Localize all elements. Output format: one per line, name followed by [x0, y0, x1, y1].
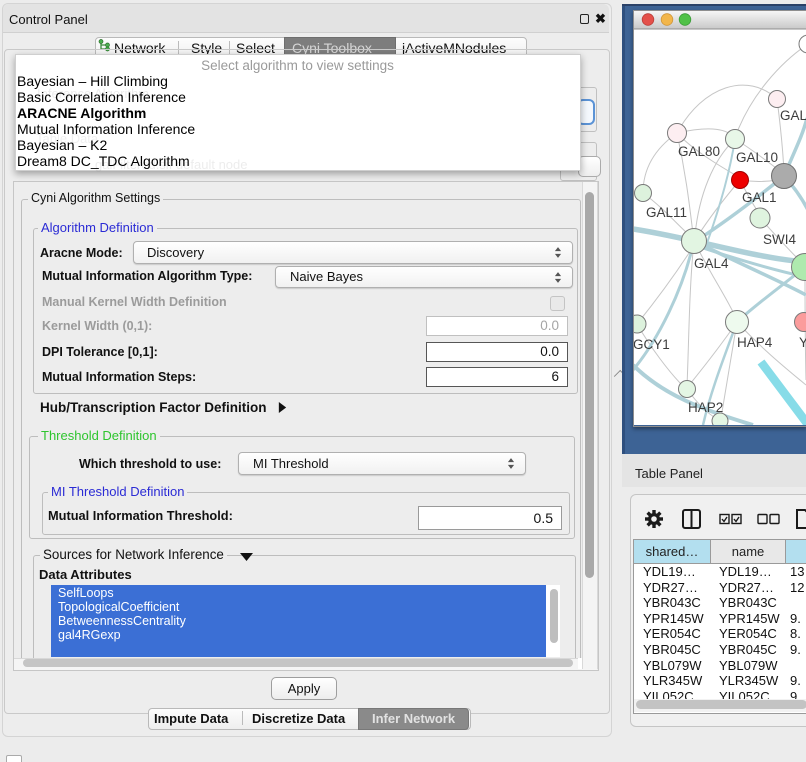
svg-text:GAL1: GAL1: [742, 190, 777, 205]
svg-text:HAP2: HAP2: [688, 400, 723, 415]
svg-text:GAL: GAL: [780, 108, 806, 123]
svg-text:GAL11: GAL11: [646, 205, 687, 220]
svg-text:Y: Y: [799, 335, 806, 350]
svg-text:GAL10: GAL10: [736, 150, 778, 165]
svg-text:GCY1: GCY1: [633, 337, 670, 352]
svg-text:GAL4: GAL4: [694, 256, 729, 271]
svg-text:HAP4: HAP4: [737, 335, 773, 350]
svg-text:SWI4: SWI4: [763, 232, 796, 247]
svg-text:GAL80: GAL80: [678, 144, 720, 159]
